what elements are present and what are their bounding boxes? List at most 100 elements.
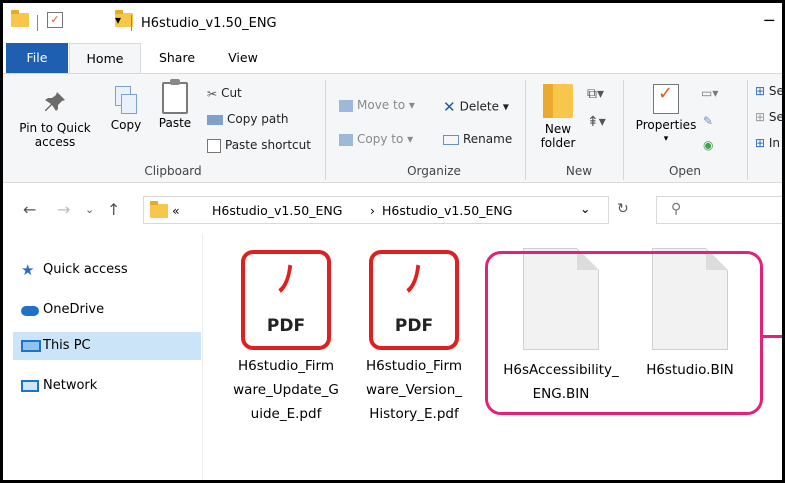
group-separator bbox=[747, 80, 748, 180]
group-separator bbox=[325, 80, 326, 180]
nav-label: OneDrive bbox=[43, 302, 105, 317]
breadcrumb-item[interactable]: H6studio_v1.50_ENG bbox=[382, 203, 512, 218]
breadcrumb-item[interactable]: H6studio_v1.50_ENG bbox=[212, 203, 342, 218]
select-all-label: Se bbox=[768, 84, 784, 98]
pin-icon bbox=[45, 92, 65, 111]
delete-button[interactable]: ✕ Delete ▾ bbox=[443, 98, 509, 116]
pdf-icon: ﾉ PDF bbox=[369, 250, 459, 350]
nav-label: Quick access bbox=[43, 262, 128, 277]
title-separator-2 bbox=[131, 15, 132, 31]
scissors-icon: ✂ bbox=[207, 86, 218, 101]
select-none-label: Se bbox=[768, 110, 784, 124]
copy-path-button[interactable]: Copy path bbox=[207, 112, 289, 126]
select-all-button[interactable]: ⊞ Se bbox=[755, 84, 784, 98]
refresh-button[interactable]: ↻ bbox=[617, 201, 629, 217]
clipboard-icon bbox=[162, 79, 188, 114]
pin-label: Pin to Quick access bbox=[19, 121, 91, 149]
group-separator bbox=[623, 80, 624, 180]
file-item[interactable]: ﾉ PDF H6studio_Firm ware_Version_ Histor… bbox=[354, 234, 474, 426]
properties-icon bbox=[653, 84, 679, 114]
select-none-button[interactable]: ⊞ Se bbox=[755, 110, 784, 124]
properties-quick-icon[interactable]: ✓ bbox=[47, 12, 63, 28]
pdf-icon-label: PDF bbox=[394, 316, 434, 336]
paste-shortcut-label: Paste shortcut bbox=[225, 138, 311, 152]
navigation-pane: ★ Quick access OneDrive This PC Network bbox=[3, 234, 203, 480]
copy-to-button[interactable]: Copy to ▾ bbox=[339, 132, 413, 146]
new-item-icon[interactable]: ⧉▾ bbox=[587, 86, 604, 102]
nav-item-this-pc[interactable]: This PC bbox=[13, 332, 201, 360]
pdf-icon-label: PDF bbox=[266, 316, 306, 336]
invert-selection-button[interactable]: ⊞ In bbox=[755, 136, 780, 150]
title-separator bbox=[37, 15, 38, 31]
new-folder-icon bbox=[543, 84, 573, 118]
explorer-window: ✓ ▾ H6studio_v1.50_ENG ─ File Home Share… bbox=[0, 0, 785, 483]
breadcrumb-separator: › bbox=[370, 203, 375, 218]
file-name-line: H6studio_Firm bbox=[366, 358, 462, 374]
breadcrumb-overflow[interactable]: « bbox=[172, 203, 180, 218]
customize-toolbar-icon[interactable]: ▾ bbox=[115, 13, 121, 27]
copy-icon bbox=[115, 86, 137, 114]
address-row: ← → ⌄ ↑ « H6studio_v1.50_ENG › H6studio_… bbox=[3, 184, 782, 234]
search-icon: ⚲ bbox=[671, 201, 682, 217]
new-folder-button[interactable]: New folder bbox=[533, 84, 583, 150]
back-button[interactable]: ← bbox=[23, 200, 36, 219]
pin-to-quick-access-button[interactable]: Pin to Quick access bbox=[15, 90, 95, 149]
monitor-icon bbox=[21, 340, 41, 352]
folder-icon bbox=[11, 10, 29, 27]
search-input[interactable]: ⚲ bbox=[656, 196, 782, 224]
up-button[interactable]: ↑ bbox=[107, 200, 120, 219]
rename-label: Rename bbox=[463, 132, 513, 146]
new-folder-label: New folder bbox=[540, 122, 576, 150]
copy-path-label: Copy path bbox=[227, 112, 289, 126]
rename-icon bbox=[443, 134, 459, 145]
open-group-label: Open bbox=[668, 164, 702, 178]
forward-button[interactable]: → bbox=[57, 200, 70, 219]
edit-icon[interactable]: ✎ bbox=[703, 114, 713, 128]
move-to-icon bbox=[339, 99, 353, 112]
nav-item-quick-access[interactable]: ★ Quick access bbox=[13, 256, 201, 284]
file-item[interactable]: ﾉ PDF H6studio_Firm ware_Update_G uide_E… bbox=[226, 234, 346, 426]
easy-access-icon[interactable]: ⇞▾ bbox=[587, 114, 606, 130]
tab-home[interactable]: Home bbox=[69, 43, 141, 73]
move-to-label: Move to bbox=[357, 98, 406, 112]
paste-shortcut-button[interactable]: Paste shortcut bbox=[207, 138, 311, 153]
file-name-line: H6studio_Firm bbox=[238, 358, 334, 374]
clipboard-group-label: Clipboard bbox=[144, 164, 202, 178]
open-icon[interactable]: ▭▾ bbox=[701, 86, 718, 100]
properties-button[interactable]: Properties ▾ bbox=[631, 84, 701, 146]
pdf-icon: ﾉ PDF bbox=[241, 250, 331, 350]
copy-button[interactable]: Copy bbox=[107, 86, 145, 132]
properties-label: Properties bbox=[635, 118, 697, 132]
callout-line bbox=[763, 335, 782, 338]
copy-to-icon bbox=[339, 133, 353, 146]
new-group-label: New bbox=[565, 164, 593, 178]
copy-to-label: Copy to bbox=[357, 132, 404, 146]
nav-item-network[interactable]: Network bbox=[13, 372, 201, 400]
tab-file[interactable]: File bbox=[6, 43, 68, 73]
star-icon: ★ bbox=[21, 261, 35, 279]
move-to-button[interactable]: Move to ▾ bbox=[339, 98, 415, 112]
nav-item-onedrive[interactable]: OneDrive bbox=[13, 296, 201, 324]
tab-share[interactable]: Share bbox=[141, 43, 213, 73]
window-title: H6studio_v1.50_ENG bbox=[141, 16, 277, 31]
cut-button[interactable]: ✂ Cut bbox=[207, 86, 242, 101]
address-bar[interactable]: « H6studio_v1.50_ENG › H6studio_v1.50_EN… bbox=[143, 196, 609, 224]
paste-button[interactable]: Paste bbox=[155, 79, 195, 130]
nav-label: Network bbox=[43, 378, 98, 393]
tab-view[interactable]: View bbox=[213, 43, 273, 73]
nav-label: This PC bbox=[43, 338, 91, 353]
invert-selection-label: In bbox=[768, 136, 781, 150]
recent-locations-button[interactable]: ⌄ bbox=[85, 203, 94, 216]
file-name-line: uide_E.pdf bbox=[250, 406, 322, 422]
cut-label: Cut bbox=[221, 86, 242, 100]
folder-icon bbox=[150, 201, 168, 218]
file-name-line: ware_Version_ bbox=[365, 382, 463, 398]
history-icon[interactable]: ◉ bbox=[703, 138, 713, 152]
highlight-callout bbox=[485, 251, 763, 415]
rename-button[interactable]: Rename bbox=[443, 132, 512, 146]
title-bar: ✓ ▾ H6studio_v1.50_ENG ─ bbox=[3, 3, 782, 43]
delete-label: Delete bbox=[459, 99, 500, 114]
minimize-button[interactable]: ─ bbox=[764, 11, 774, 30]
address-dropdown-icon[interactable]: ⌄ bbox=[580, 201, 590, 216]
network-icon bbox=[21, 380, 39, 392]
